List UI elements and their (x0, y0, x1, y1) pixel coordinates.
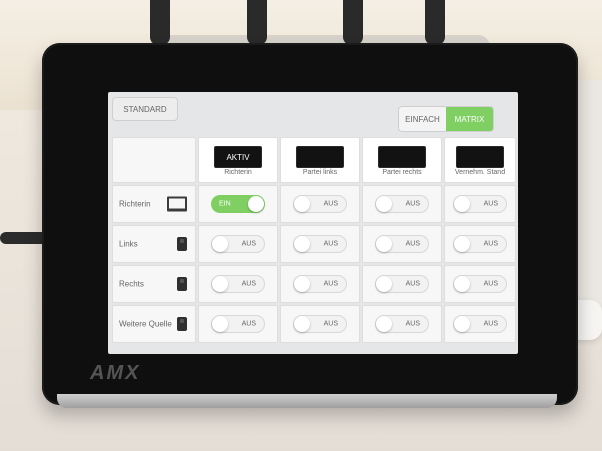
toggle-knob (294, 196, 310, 212)
route-toggle[interactable]: AUS (375, 275, 429, 293)
row-label: Rechts (119, 279, 144, 289)
toggle-knob (376, 276, 392, 292)
column-header-richterin[interactable]: AKTIV Richterin (198, 137, 278, 183)
route-toggle[interactable]: EIN (211, 195, 265, 213)
mode-toggle: EINFACH MATRIX (398, 106, 494, 132)
route-toggle[interactable]: AUS (453, 275, 507, 293)
touch-screen: STANDARD EINFACH MATRIX AKTIV Richterin … (108, 92, 518, 354)
row-label: Weitere Quelle (119, 319, 172, 329)
cable-connector (247, 0, 267, 45)
toggle-knob (248, 196, 264, 212)
toggle-knob (454, 236, 470, 252)
cable-connector (150, 0, 170, 45)
toggle-knob (454, 316, 470, 332)
cable-connector (343, 0, 363, 45)
routing-matrix: AKTIV Richterin Partei links Partei rech… (112, 137, 516, 347)
column-label: Richterin (224, 169, 252, 176)
matrix-cell: AUS (444, 225, 516, 263)
column-label: Partei rechts (382, 169, 422, 176)
route-toggle[interactable]: AUS (375, 315, 429, 333)
route-toggle[interactable]: AUS (293, 195, 347, 213)
laptop-icon (167, 196, 187, 212)
matrix-cell: AUS (280, 185, 360, 223)
mode-matrix-button[interactable]: MATRIX (446, 107, 493, 131)
route-toggle[interactable]: AUS (211, 235, 265, 253)
matrix-cell: AUS (280, 305, 360, 343)
toggle-knob (454, 276, 470, 292)
route-toggle[interactable]: AUS (293, 275, 347, 293)
row-label-cell-links: Links (112, 225, 196, 263)
hdmi-plug-icon (177, 317, 187, 331)
matrix-cell: AUS (362, 225, 442, 263)
matrix-cell: AUS (362, 265, 442, 303)
row-label-cell-weitere-quelle: Weitere Quelle (112, 305, 196, 343)
matrix-cell: AUS (444, 185, 516, 223)
toggle-knob (294, 236, 310, 252)
route-toggle[interactable]: AUS (211, 315, 265, 333)
route-toggle[interactable]: AUS (453, 195, 507, 213)
route-toggle[interactable]: AUS (453, 235, 507, 253)
row-label-cell-richterin: Richterin (112, 185, 196, 223)
toggle-knob (212, 236, 228, 252)
brand-logo: AMX (90, 362, 141, 384)
row-label: Links (119, 239, 138, 249)
matrix-cell: AUS (362, 305, 442, 343)
hdmi-plug-icon (177, 237, 187, 251)
route-toggle[interactable]: AUS (293, 315, 347, 333)
route-toggle[interactable]: AUS (453, 315, 507, 333)
monitor-icon: AKTIV (214, 146, 262, 168)
row-label: Richterin (119, 199, 151, 209)
cable-connector (425, 0, 445, 45)
column-label: Partei links (302, 169, 338, 176)
route-toggle[interactable]: AUS (375, 195, 429, 213)
touch-panel-base (57, 394, 557, 408)
toggle-knob (294, 316, 310, 332)
toggle-knob (376, 236, 392, 252)
matrix-cell: AUS (198, 305, 278, 343)
toggle-knob (376, 196, 392, 212)
column-header-vernehm-stand[interactable]: Vernehm. Stand (444, 137, 516, 183)
matrix-cell: EIN (198, 185, 278, 223)
toggle-knob (212, 276, 228, 292)
route-toggle[interactable]: AUS (211, 275, 265, 293)
toggle-knob (294, 276, 310, 292)
monitor-icon (456, 146, 504, 168)
row-label-cell-rechts: Rechts (112, 265, 196, 303)
monitor-icon (378, 146, 426, 168)
route-toggle[interactable]: AUS (375, 235, 429, 253)
column-header-partei-links[interactable]: Partei links (280, 137, 360, 183)
toggle-knob (376, 316, 392, 332)
column-label: Vernehm. Stand (454, 169, 506, 176)
matrix-cell: AUS (444, 305, 516, 343)
matrix-cell: AUS (362, 185, 442, 223)
hdmi-plug-icon (177, 277, 187, 291)
toggle-knob (212, 316, 228, 332)
monitor-icon (296, 146, 344, 168)
matrix-cell: AUS (198, 225, 278, 263)
standard-button[interactable]: STANDARD (112, 97, 178, 121)
route-toggle[interactable]: AUS (293, 235, 347, 253)
column-header-partei-rechts[interactable]: Partei rechts (362, 137, 442, 183)
matrix-cell: AUS (280, 265, 360, 303)
matrix-cell: AUS (280, 225, 360, 263)
matrix-cell: AUS (444, 265, 516, 303)
mode-einfach-button[interactable]: EINFACH (399, 107, 446, 131)
toggle-knob (454, 196, 470, 212)
matrix-cell: AUS (198, 265, 278, 303)
matrix-corner-cell (112, 137, 196, 183)
